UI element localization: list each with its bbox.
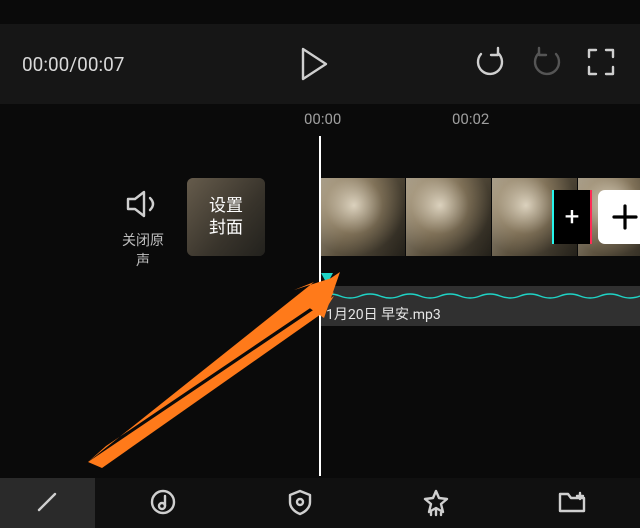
shield-icon (286, 488, 314, 516)
cue-marker-icon (320, 272, 334, 286)
pencil-icon (35, 488, 61, 514)
undo-button[interactable] (473, 46, 505, 82)
playhead[interactable] (319, 136, 321, 476)
timecode: 00:00/00:07 (22, 53, 124, 76)
play-button[interactable] (299, 47, 329, 81)
top-bar: 00:00/00:07 (0, 24, 640, 104)
annotation-arrow (88, 270, 348, 470)
fullscreen-button[interactable] (586, 47, 616, 81)
speaker-icon (126, 190, 160, 218)
redo-button[interactable] (532, 46, 564, 82)
star-bars-icon (421, 488, 451, 518)
tool-edit[interactable] (0, 478, 95, 528)
add-tiktok-button[interactable]: + (552, 190, 592, 244)
folder-plus-icon (557, 488, 587, 514)
clip-frame[interactable] (406, 178, 491, 256)
ruler-tick-1: 00:02 (452, 110, 489, 128)
bottom-toolbar (0, 478, 640, 528)
timeline-ruler[interactable]: 00:00 00:02 (0, 104, 640, 136)
mute-original-label: 关闭原声 (118, 230, 168, 270)
mute-original-button[interactable]: 关闭原声 (118, 190, 168, 270)
waveform (320, 292, 640, 300)
tool-effects[interactable] (368, 478, 504, 528)
tool-folder[interactable] (504, 478, 640, 528)
audio-track[interactable]: 1月20日 早安.mp3 (320, 286, 640, 326)
music-note-icon (149, 488, 177, 516)
plus-icon: + (565, 202, 580, 232)
plus-icon (610, 202, 640, 232)
audio-filename: 1月20日 早安.mp3 (326, 304, 441, 324)
set-cover-button[interactable]: 设置 封面 (187, 178, 265, 256)
clip-frame[interactable] (320, 178, 405, 256)
set-cover-label: 设置 封面 (209, 195, 243, 239)
tool-music[interactable] (95, 478, 231, 528)
add-clip-group: + (552, 190, 640, 244)
ruler-tick-0: 00:00 (304, 110, 341, 128)
tool-protect[interactable] (231, 478, 367, 528)
add-clip-button[interactable] (598, 190, 640, 244)
